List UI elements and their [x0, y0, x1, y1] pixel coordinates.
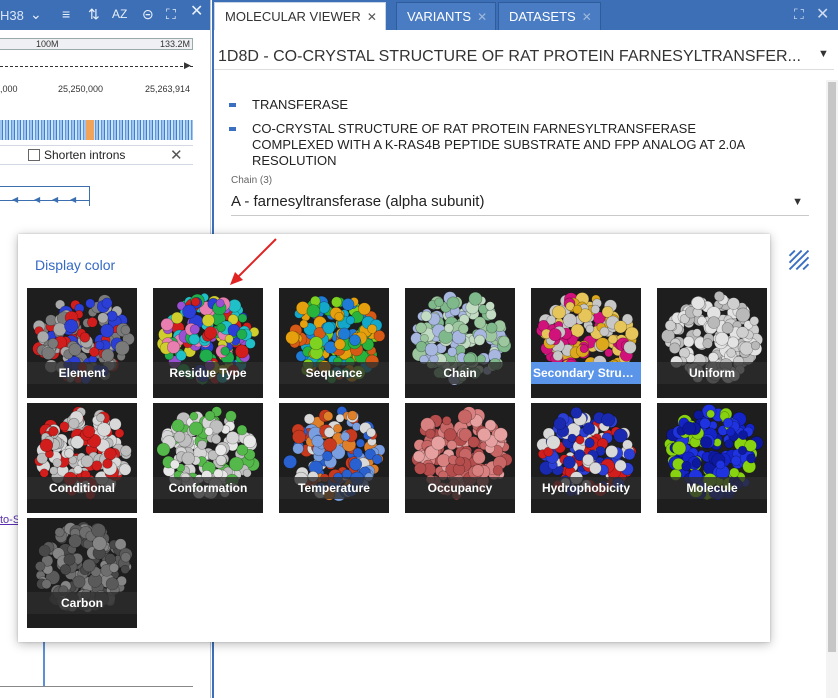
chain-label: Chain (3) [231, 175, 273, 186]
close-icon[interactable]: ✕ [477, 10, 487, 24]
color-scheme-option[interactable]: Residue Type [153, 288, 263, 398]
keyword-text: TRANSFERASE [252, 97, 349, 112]
structure-title: 1D8D - CO-CRYSTAL STRUCTURE OF RAT PROTE… [218, 48, 801, 65]
caret-down-icon[interactable]: ▼ [818, 48, 829, 60]
color-scheme-option[interactable]: Molecule [657, 403, 767, 513]
shorten-introns-label: Shorten introns [44, 148, 126, 162]
color-scheme-label: Conditional [27, 477, 137, 499]
color-scheme-option[interactable]: Occupancy [405, 403, 515, 513]
scrollbar-thumb[interactable] [828, 82, 836, 652]
color-scheme-option[interactable]: Temperature [279, 403, 389, 513]
color-scheme-option[interactable]: Conformation [153, 403, 263, 513]
tab-label: MOLECULAR VIEWER [225, 9, 361, 24]
keyword-text: CO-CRYSTAL STRUCTURE OF RAT PROTEIN FARN… [252, 121, 696, 136]
color-scheme-option[interactable]: Sequence [279, 288, 389, 398]
coordinate-label: ,000 [0, 84, 18, 94]
color-scheme-label: Carbon [27, 592, 137, 614]
strand-arrow-icon: ◀ [70, 195, 77, 204]
coverage-band[interactable] [0, 120, 193, 140]
ruler-tick-label: 133.2M [159, 39, 190, 49]
gene-track-cap [88, 186, 90, 206]
color-scheme-label: Residue Type [153, 362, 263, 384]
chromosome-ruler[interactable]: 100M 133.2M [0, 38, 193, 50]
color-scheme-label: Secondary Structure [531, 362, 641, 384]
tab-molecular-viewer[interactable]: MOLECULAR VIEWER ✕ [214, 2, 386, 30]
coverage-highlight [86, 120, 94, 140]
structure-select[interactable]: 1D8D - CO-CRYSTAL STRUCTURE OF RAT PROTE… [214, 40, 834, 70]
strand-arrow-icon: ◀ [52, 195, 59, 204]
tab-strip: MOLECULAR VIEWER ✕ VARIANTS ✕ DATASETS ✕ ⛶ … [212, 0, 838, 30]
color-scheme-label: Uniform [657, 362, 767, 384]
fullscreen-icon[interactable]: ⛶ [794, 6, 804, 23]
tab-variants[interactable]: VARIANTS ✕ [396, 2, 497, 30]
color-scheme-option[interactable]: Secondary Structure [531, 288, 641, 398]
close-icon[interactable]: ✕ [170, 146, 183, 164]
caret-down-icon[interactable]: ▼ [792, 196, 803, 208]
color-scheme-option[interactable]: Hydrophobicity [531, 403, 641, 513]
bullet-icon [229, 103, 236, 107]
red-pointer-arrow [230, 238, 277, 285]
shorten-introns-checkbox[interactable] [28, 149, 40, 161]
checklist-icon[interactable]: ≡ [62, 6, 70, 22]
genome-build-label[interactable]: H38 [0, 8, 24, 23]
color-scheme-label: Occupancy [405, 477, 515, 499]
app-root: H38 ⌄ ≡ ⇅ AZ ⊝ ⛶ ✕ 100M 133.2M ▶ ,000 25… [0, 0, 838, 698]
close-icon[interactable]: ✕ [190, 4, 203, 20]
color-scheme-label: Chain [405, 362, 515, 384]
coordinate-label: 25,263,914 [145, 84, 191, 94]
color-scheme-label: Temperature [279, 477, 389, 499]
display-color-popup: Display color Element Residue Type Sequenc… [18, 234, 770, 642]
close-icon[interactable]: ✕ [816, 4, 829, 24]
color-scheme-label: Element [27, 362, 137, 384]
hatch-icon[interactable] [788, 249, 810, 271]
track-baseline [0, 686, 193, 687]
close-icon[interactable]: ✕ [582, 10, 592, 24]
chain-value: A - farnesyltransferase (alpha subunit) [231, 193, 485, 210]
tab-label: DATASETS [509, 9, 576, 24]
arrow-right-icon: ▶ [184, 60, 191, 70]
coverage-spike [43, 640, 45, 686]
ruler-tick-label: 100M [36, 39, 59, 49]
color-scheme-option[interactable]: Uniform [657, 288, 767, 398]
sort-az-icon[interactable]: AZ [112, 6, 127, 22]
bullet-icon [229, 127, 236, 131]
vertical-scrollbar[interactable] [826, 80, 838, 698]
chevron-down-icon[interactable]: ⌄ [30, 6, 42, 22]
color-scheme-option[interactable]: Conditional [27, 403, 137, 513]
genome-toolbar: H38 ⌄ ≡ ⇅ AZ ⊝ ⛶ ✕ [0, 0, 210, 30]
gene-track-line [0, 186, 90, 187]
color-scheme-option[interactable]: Element [27, 288, 137, 398]
close-icon[interactable]: ✕ [367, 10, 377, 24]
color-scheme-label: Molecule [657, 477, 767, 499]
color-scheme-label: Hydrophobicity [531, 477, 641, 499]
keyword-text: RESOLUTION [252, 153, 337, 168]
tab-label: VARIANTS [407, 9, 472, 24]
display-color-heading: Display color [35, 257, 116, 273]
coordinate-label: 25,250,000 [58, 84, 104, 94]
tab-datasets[interactable]: DATASETS ✕ [498, 2, 601, 30]
region-line [0, 66, 193, 67]
chain-select[interactable]: A - farnesyltransferase (alpha subunit) … [231, 190, 809, 216]
color-scheme-option[interactable]: Carbon [27, 518, 137, 628]
sort-lines-icon[interactable]: ⇅ [88, 6, 100, 22]
fullscreen-icon[interactable]: ⛶ [166, 6, 176, 22]
color-scheme-label: Sequence [279, 362, 389, 384]
color-scheme-option[interactable]: Chain [405, 288, 515, 398]
keyword-text: COMPLEXED WITH A K-RAS4B PEPTIDE SUBSTRA… [252, 137, 746, 152]
strand-arrow-icon: ◀ [34, 195, 41, 204]
strand-arrow-icon: ◀ [12, 195, 19, 204]
color-scheme-label: Conformation [153, 477, 263, 499]
collapse-icon[interactable]: ⊝ [142, 6, 154, 22]
shorten-introns-row: Shorten introns ✕ [0, 145, 193, 165]
